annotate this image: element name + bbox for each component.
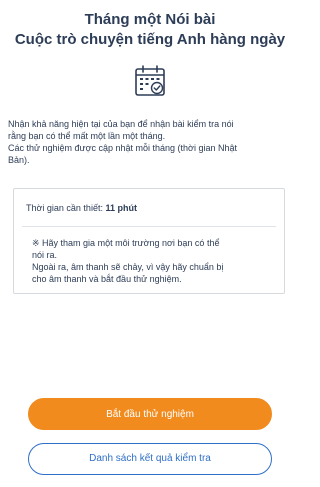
note-line: cho âm thanh và bắt đầu thử nghiệm. bbox=[32, 274, 182, 284]
description-line: Bản). bbox=[8, 155, 30, 165]
card-divider bbox=[22, 226, 276, 227]
description-line: Các thử nghiệm được cập nhật mỗi tháng (… bbox=[8, 143, 237, 153]
test-info-card: Thời gian cần thiết: 11 phút ※ Hãy tham … bbox=[13, 188, 285, 294]
test-results-list-button[interactable]: Danh sách kết quả kiểm tra bbox=[28, 443, 272, 475]
calendar-icon bbox=[135, 65, 165, 96]
note-line: Ngoài ra, âm thanh sẽ chảy, vì vậy hãy c… bbox=[32, 262, 224, 272]
page-title-line-1: Tháng một Nói bài bbox=[84, 11, 216, 28]
note-line: ※ Hãy tham gia một môi trường nơi bạn có… bbox=[32, 238, 220, 248]
required-time-row: Thời gian cần thiết: 11 phút bbox=[26, 203, 137, 213]
required-time-value: 11 phút bbox=[105, 203, 137, 213]
test-description: Nhận khả năng hiện tại của bạn để nhận b… bbox=[8, 118, 294, 166]
test-note: ※ Hãy tham gia một môi trường nơi bạn có… bbox=[32, 237, 268, 285]
description-line: Nhận khả năng hiện tại của bạn để nhận b… bbox=[8, 119, 234, 129]
required-time-label: Thời gian cần thiết: bbox=[26, 203, 103, 213]
page-title-line-2: Cuộc trò chuyện tiếng Anh hàng ngày bbox=[14, 31, 286, 48]
description-line: rằng bạn có thể mất một lần một tháng. bbox=[8, 131, 166, 141]
page-header: Tháng một Nói bài Cuộc trò chuyện tiếng … bbox=[0, 10, 300, 50]
start-test-button[interactable]: Bắt đầu thử nghiệm bbox=[28, 398, 272, 430]
note-line: nói ra. bbox=[32, 250, 58, 260]
